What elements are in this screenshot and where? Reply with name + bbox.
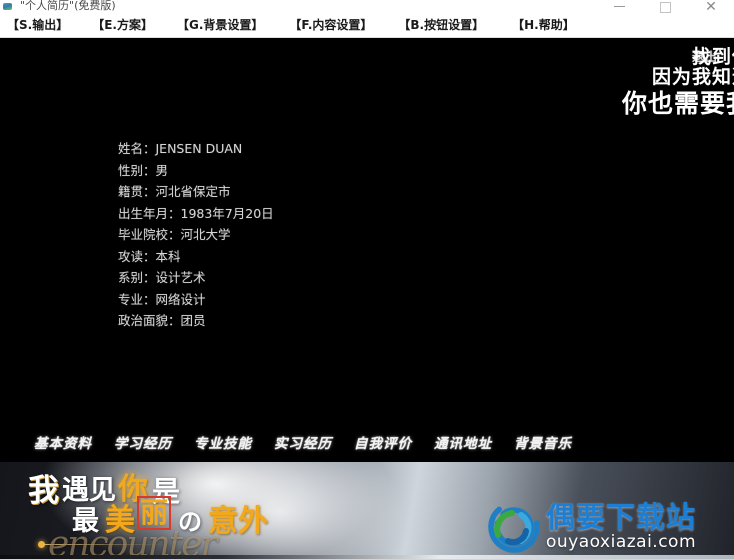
resume-line-school: 毕业院校：河北大学 <box>118 227 231 242</box>
resume-line-degree: 攻读：本科 <box>118 248 181 264</box>
resume-line-hometown: 籍贯：河北省保定市 <box>118 184 231 199</box>
banner-text-encounter: encounter <box>48 524 218 559</box>
window-controls: ✕ <box>596 0 734 13</box>
banner-text-yiwai: 意外 <box>208 504 268 539</box>
menu-button-settings[interactable]: 【B.按钮设置】 <box>396 17 486 33</box>
section-nav-bar: 基本资料 学习经历 专业技能 实习经历 自我评价 通讯地址 背景音乐 <box>0 422 734 462</box>
app-icon <box>3 1 14 12</box>
nav-basic-info[interactable]: 基本资料 <box>34 432 92 452</box>
slogan-line-3: 你也需要我 <box>621 89 734 118</box>
maximize-button[interactable] <box>642 0 688 13</box>
nav-skills[interactable]: 专业技能 <box>194 432 252 452</box>
menu-bar: 【S.输出】 【E.方案】 【G.背景设置】 【F.内容设置】 【B.按钮设置】… <box>0 13 734 38</box>
menu-scheme[interactable]: 【E.方案】 <box>90 17 155 33</box>
minimize-icon <box>613 6 625 7</box>
application-window: "个人简历"(免费版) ✕ 【S.输出】 【E.方案】 【G.背景设置】 【F.… <box>0 0 734 559</box>
slogan-line-2: 因为我知道 <box>651 66 734 88</box>
menu-content-settings[interactable]: 【F.内容设置】 <box>287 17 374 33</box>
banner-bottom-edge <box>0 555 734 559</box>
close-icon: ✕ <box>705 0 717 13</box>
nav-education[interactable]: 学习经历 <box>114 432 172 452</box>
resume-line-department: 系别：设计艺术 <box>118 270 206 285</box>
exit-button[interactable]: 退出 <box>692 48 718 65</box>
minimize-button[interactable] <box>596 0 642 13</box>
resume-line-birthdate: 出生年月：1983年7月20日 <box>118 205 274 221</box>
resume-stage: 退出 姓名：JENSEN DUAN 性别：男 籍贯：河北省保定市 出生年月：19… <box>0 38 734 462</box>
nav-background-music[interactable]: 背景音乐 <box>514 432 572 452</box>
title-bar: "个人简历"(免费版) ✕ <box>0 0 734 13</box>
maximize-icon <box>659 1 671 13</box>
menu-help[interactable]: 【H.帮助】 <box>510 17 577 33</box>
resume-details: 姓名：JENSEN DUAN 性别：男 籍贯：河北省保定市 出生年月：1983年… <box>118 138 538 332</box>
banner-text-wo: 我 <box>28 473 59 509</box>
bottom-banner: 我 遇见 你 是 最 美 丽 の 意外 encounter <box>0 462 734 559</box>
close-button[interactable]: ✕ <box>688 0 734 13</box>
resume-line-major: 专业：网络设计 <box>118 291 206 307</box>
nav-contact-address[interactable]: 通讯地址 <box>434 432 492 452</box>
menu-background-settings[interactable]: 【G.背景设置】 <box>175 17 265 33</box>
menu-output[interactable]: 【S.输出】 <box>5 17 70 33</box>
resume-line-gender: 性别：男 <box>118 162 169 178</box>
nav-internship[interactable]: 实习经历 <box>274 432 332 452</box>
resume-line-name: 姓名：JENSEN DUAN <box>118 141 243 156</box>
window-title: "个人简历"(免费版) <box>20 0 116 12</box>
resume-line-political: 政治面貌：团员 <box>118 313 206 328</box>
nav-self-evaluation[interactable]: 自我评价 <box>354 432 412 452</box>
